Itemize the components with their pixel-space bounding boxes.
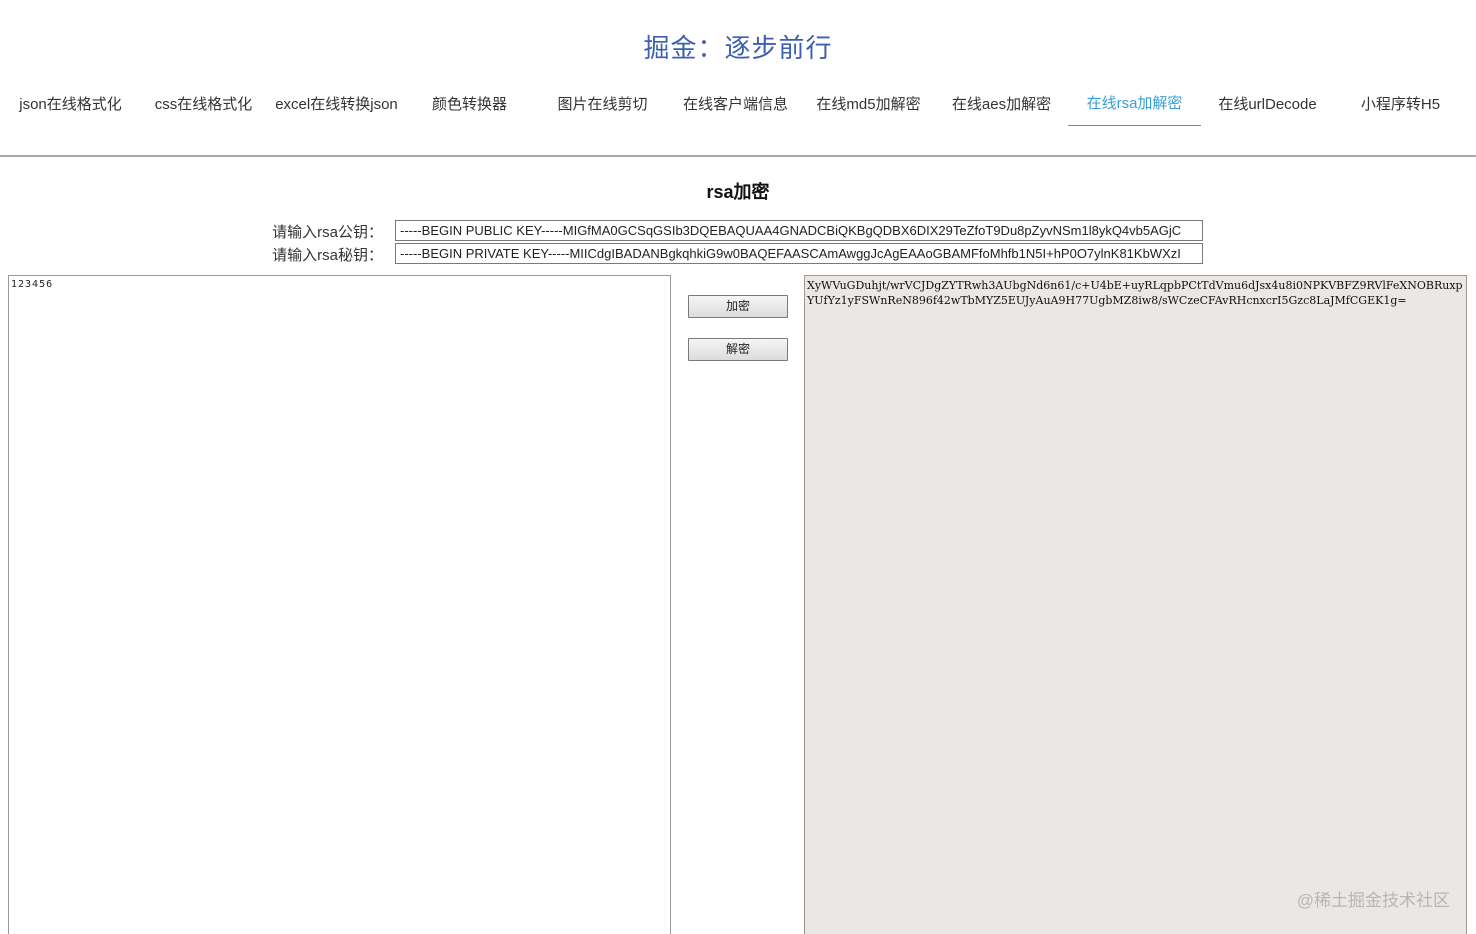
nav-item-md5[interactable]: 在线md5加解密	[802, 82, 935, 126]
nav-item-css-format[interactable]: css在线格式化	[137, 82, 270, 126]
public-key-label: 请输入rsa公钥：	[272, 224, 383, 241]
private-key-input[interactable]	[395, 243, 1203, 264]
site-title: 掘金：逐步前行	[643, 33, 833, 63]
public-key-input[interactable]	[395, 220, 1203, 241]
encrypt-button[interactable]: 加密	[688, 295, 788, 318]
nav-item-image-crop[interactable]: 图片在线剪切	[536, 82, 669, 126]
top-nav: json在线格式化 css在线格式化 excel在线转换json 颜色转换器 图…	[0, 82, 1476, 156]
nav-item-excel-to-json[interactable]: excel在线转换json	[270, 82, 403, 126]
section-title: rsa加密	[706, 182, 770, 202]
nav-item-rsa[interactable]: 在线rsa加解密	[1068, 82, 1201, 126]
nav-divider	[0, 155, 1476, 157]
private-key-label: 请输入rsa秘钥：	[272, 247, 383, 264]
ciphertext-output[interactable]: XyWVuGDuhjt/wrVCJDgZYTRwh3AUbgNd6n61/c+U…	[804, 275, 1467, 934]
private-key-row: 请输入rsa秘钥：	[0, 243, 1476, 265]
nav-item-json-format[interactable]: json在线格式化	[4, 82, 137, 126]
nav-item-miniprogram-h5[interactable]: 小程序转H5	[1334, 82, 1467, 126]
nav-item-client-info[interactable]: 在线客户端信息	[669, 82, 802, 126]
public-key-row: 请输入rsa公钥：	[0, 220, 1476, 242]
nav-item-url-decode[interactable]: 在线urlDecode	[1201, 82, 1334, 126]
watermark-text: @稀土掘金技术社区	[1296, 891, 1450, 910]
decrypt-button[interactable]: 解密	[688, 338, 788, 361]
nav-item-color-converter[interactable]: 颜色转换器	[403, 82, 536, 126]
nav-item-aes[interactable]: 在线aes加解密	[935, 82, 1068, 126]
plaintext-input[interactable]: 123456	[8, 275, 671, 934]
